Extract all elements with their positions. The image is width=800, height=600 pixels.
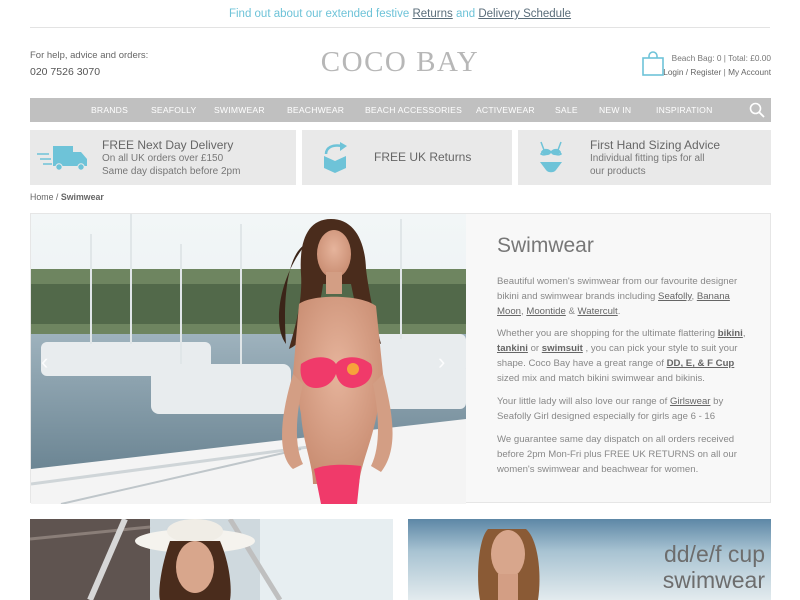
hero-p2-text-c: or — [527, 343, 542, 354]
link-swimsuit[interactable]: swimsuit — [542, 343, 583, 354]
delivery-schedule-link[interactable]: Delivery Schedule — [478, 8, 571, 20]
breadcrumb-separator: / — [55, 192, 59, 202]
hero-p1-text-c: , — [521, 306, 524, 317]
breadcrumb: Home / Swimwear — [30, 192, 104, 202]
nav-item-swimwear[interactable]: SWIMWEAR — [214, 98, 265, 122]
announcement-and: and — [455, 8, 476, 20]
hero-paragraph-4: We guarantee same day dispatch on all or… — [497, 434, 737, 475]
announcement-text: Find out about our extended festive — [228, 8, 410, 20]
hero-photo: ‹ › — [31, 214, 466, 504]
usp-delivery-line-1: On all UK orders over £150 — [102, 153, 224, 164]
link-tankini[interactable]: tankini — [497, 343, 528, 354]
cup-swimwear-line-1: dd/e/f cup — [663, 541, 765, 567]
nav-item-seafolly[interactable]: SEAFOLLY — [151, 98, 196, 122]
nav-item-activewear[interactable]: ACTIVEWEAR — [476, 98, 535, 122]
model-sun-hat-image — [30, 519, 393, 600]
my-account-link[interactable]: My Account — [728, 67, 771, 77]
nav-item-sale[interactable]: SALE — [555, 98, 578, 122]
hero-paragraph-2: Whether you are shopping for the ultimat… — [497, 326, 759, 386]
cup-swimwear-line-2: swimwear — [662, 567, 765, 593]
link-watercult[interactable]: Watercult — [578, 306, 618, 317]
hero-banner: ‹ › Swimwear Beautiful women's swimwear … — [30, 213, 771, 504]
breadcrumb-home[interactable]: Home — [30, 192, 53, 202]
usp-delivery-title: FREE Next Day Delivery — [102, 138, 234, 152]
nav-item-brands[interactable]: BRANDS — [91, 98, 128, 122]
hero-p1-text-d: & — [565, 306, 578, 317]
account-separator: | — [723, 67, 726, 77]
returns-box-icon — [324, 142, 347, 173]
nav-item-inspiration[interactable]: INSPIRATION — [656, 98, 712, 122]
hero-paragraph-3: Your little lady will also love our rang… — [497, 394, 759, 424]
bikini-icon — [539, 141, 563, 173]
usp-delivery[interactable]: FREE Next Day Delivery On all UK orders … — [30, 130, 296, 185]
link-seafolly[interactable]: Seafolly — [658, 291, 691, 302]
announcement-bar: Find out about our extended festive Retu… — [30, 0, 770, 28]
usp-sizing[interactable]: First Hand Sizing Advice Individual fitt… — [518, 130, 771, 185]
login-link[interactable]: Login / Register — [663, 67, 721, 77]
hero-p1-text-e: . — [617, 306, 621, 317]
usp-returns[interactable]: FREE UK Returns — [302, 130, 512, 185]
bag-summary[interactable]: Beach Bag: 0 | Total: £0.00 — [663, 51, 771, 65]
usp-sizing-line-2: our products — [590, 166, 646, 177]
link-moontide[interactable]: Moontide — [526, 306, 565, 317]
next-arrow-icon[interactable]: › — [438, 349, 445, 375]
delivery-truck-icon — [37, 146, 87, 171]
breadcrumb-current: Swimwear — [60, 192, 104, 202]
returns-link[interactable]: Returns — [412, 8, 452, 20]
hero-p3-text-a: Your little lady will also love our rang… — [497, 396, 670, 407]
model-on-yacht-image — [31, 214, 466, 504]
main-nav: BRANDS SEAFOLLY SWIMWEAR BEACHWEAR BEACH… — [30, 98, 771, 122]
usp-returns-title: FREE UK Returns — [374, 150, 472, 164]
link-bikini[interactable]: bikini — [718, 328, 743, 339]
link-dd-e-f-cup[interactable]: DD, E, & F Cup — [667, 358, 735, 369]
hero-p2-text-a: Whether you are shopping for the ultimat… — [497, 328, 718, 339]
beach-bag-icon[interactable] — [641, 50, 665, 76]
nav-item-beach-accessories[interactable]: BEACH ACCESSORIES — [365, 98, 462, 122]
hero-title: Swimwear — [497, 234, 594, 257]
usp-sizing-title: First Hand Sizing Advice — [590, 138, 721, 152]
nav-item-beachwear[interactable]: BEACHWEAR — [287, 98, 344, 122]
promo-tile-hat[interactable] — [30, 519, 393, 600]
promo-tile-cup-sizes[interactable]: dd/e/f cup swimwear — [408, 519, 771, 600]
usp-sizing-line-1: Individual fitting tips for all — [590, 153, 705, 164]
hero-paragraph-1: Beautiful women's swimwear from our favo… — [497, 274, 759, 319]
hero-p2-text-b: , — [742, 328, 746, 339]
usp-delivery-line-2: Same day dispatch before 2pm — [102, 166, 241, 177]
search-icon[interactable] — [749, 102, 765, 118]
bag-info: Beach Bag: 0 | Total: £0.00 Login / Regi… — [663, 51, 771, 79]
link-girlswear[interactable]: Girlswear — [670, 396, 711, 407]
prev-arrow-icon[interactable]: ‹ — [41, 349, 48, 375]
hero-p2-text-e: sized mix and match bikini swimwear and … — [497, 373, 705, 384]
nav-item-new-in[interactable]: NEW IN — [599, 98, 631, 122]
